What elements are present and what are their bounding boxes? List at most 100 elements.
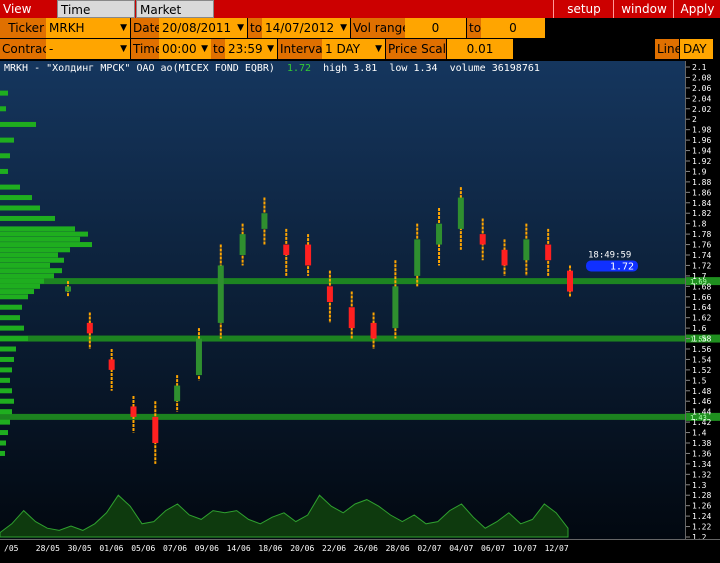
candle-body [261,213,268,229]
y-tick-label: 1.6 [692,324,707,333]
y-tick-label: 1.74 [692,251,711,260]
vol-to-field[interactable]: 0 [481,18,545,38]
volume-profile-bar [0,236,80,242]
candle-body [130,406,137,417]
window-button[interactable]: window [613,0,674,18]
date-from-select[interactable]: 20/08/2011 ▼ [159,18,247,38]
contract-select[interactable]: - ▼ [46,39,130,59]
y-tick-label: 1.72 [692,261,711,270]
y-tick-label: 1.62 [692,314,711,323]
y-tick-label: 1.86 [692,188,711,197]
tab-time-interval[interactable]: Time Interval [57,0,135,35]
chart-title: MRKH - "Холдинг МРСК" ОАО ао(MICEX FOND … [4,63,540,75]
setup-button[interactable]: setup [553,0,614,18]
y-tick-label: 2.1 [692,63,707,72]
level-line [0,413,685,420]
y-tick-label: 1.32 [692,470,711,479]
y-tick-label: 1.2 [692,533,707,542]
tab-view-dom[interactable]: View DOM [0,0,57,34]
volume-profile-bar [0,268,62,274]
y-tick-label: 1.88 [692,178,711,187]
x-tick-label: 30/05 [68,544,92,553]
x-tick-label: 26/06 [354,544,378,553]
y-tick-label: 1.56 [692,345,711,354]
x-tick-label: 07/06 [163,544,187,553]
volume-profile-bar [0,419,10,425]
y-tick-label: 1.54 [692,355,711,364]
time-from-select[interactable]: 00:00 ▼ [159,39,211,59]
candle-body [108,359,115,370]
y-tick-label: 1.82 [692,209,711,218]
volume-profile-bar [0,409,12,415]
interval-value: 1 DAY [325,42,361,56]
time-label: Time [131,39,162,59]
level-line [0,335,685,342]
line-field[interactable]: DAY [680,39,713,59]
date-to-select[interactable]: 14/07/2012 ▼ [262,18,350,38]
candle-body [86,322,93,334]
candle-body [305,244,312,266]
volume-text: volume 36198761 [449,63,540,74]
y-tick-label: 1.28 [692,491,711,500]
volume-profile-bar [0,315,20,321]
y-tick-label: 1.84 [692,199,711,208]
candle-body [239,234,246,255]
y-tick-label: 1.92 [692,157,711,166]
time-to-value: 23:59 [228,42,263,56]
volume-profile-bar [0,215,55,221]
volume-profile-bar [0,283,40,289]
y-tick-label: 1.22 [692,523,711,532]
y-tick-label: 1.24 [692,512,711,521]
volume-profile-bar [0,262,50,268]
price-scale-field[interactable]: 0.01 [447,39,513,59]
vol-from-field[interactable]: 0 [405,18,466,38]
y-tick-label: 1.7 [692,272,707,281]
candle-body [370,322,377,339]
apply-button[interactable]: Apply [673,0,720,18]
y-tick-label: 1.3 [692,481,707,490]
y-tick-label: 1.68 [692,282,711,291]
candle-body [152,416,159,443]
candle-body [65,286,71,292]
volume-profile-bar [0,195,32,201]
chevron-down-icon: ▼ [340,23,347,33]
volume-profile-bar [0,257,64,263]
candle-body [567,270,573,292]
volume-profile-bar [0,336,28,342]
date-to-label: to [248,18,262,38]
volume-profile-bar [0,294,28,300]
y-tick-label: 1.94 [692,147,711,156]
y-tick-label: 1.58 [692,335,711,344]
y-axis: 2.12.08 2.062.04 2.022 1.981.96 1.941.921.9 1… [685,61,711,542]
y-tick-label: 1.9 [692,167,707,176]
y-tick-label: 1.36 [692,449,711,458]
volume-profile-bar [0,153,10,159]
volume-profile-bar [0,388,12,394]
x-tick-label: 28/05 [36,544,60,553]
volume-profile-bar [0,106,6,112]
y-tick-label: 1.48 [692,387,711,396]
y-tick-label: 1.76 [692,241,711,250]
y-tick-label: 2 [692,115,697,124]
params-row-2: Contract - ▼ Time 00:00 ▼ to 23:59 ▼ Int… [0,39,720,60]
instrument-name: MRKH - "Холдинг МРСК" ОАО ао(MICEX FOND … [4,63,275,74]
ticker-select[interactable]: MRKH ▼ [46,18,130,38]
price-chart[interactable]: 1.691.581.43 2.12.082.062.042.0221.981.9… [0,61,720,563]
chevron-down-icon: ▼ [120,23,127,33]
price-scale-label: Price Scale [386,39,453,59]
interval-select[interactable]: 1 DAY ▼ [322,39,385,59]
candle-body [217,265,224,323]
y-tick-label: 1.42 [692,418,711,427]
time-to-label: to [211,39,225,59]
volume-profile-bar [0,377,10,383]
time-to-select[interactable]: 23:59 ▼ [225,39,277,59]
ticker-label: Ticker [0,18,46,38]
chevron-down-icon: ▼ [120,44,127,54]
volume-profile-bar [0,440,6,446]
x-tick-label: 20/06 [290,544,314,553]
x-tick-label: 01/06 [99,544,123,553]
y-tick-label: 1.78 [692,230,711,239]
tab-market-watch[interactable]: Market Watch [136,0,214,35]
candle-body [195,338,202,376]
contract-label: Contract [0,39,54,59]
